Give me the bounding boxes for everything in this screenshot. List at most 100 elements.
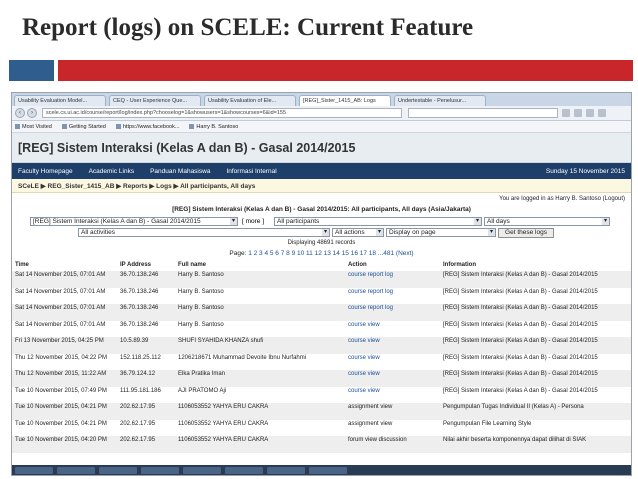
taskbar-item[interactable]	[309, 466, 347, 474]
ip-link[interactable]: 202.62.17.95	[120, 421, 155, 427]
ip-link[interactable]: 10.5.89.39	[120, 338, 148, 344]
ip-link[interactable]: 36.70.138.246	[120, 322, 158, 328]
action-link[interactable]: course report log	[348, 289, 393, 295]
ip-link[interactable]: 36.70.138.246	[120, 305, 158, 311]
bookmark-item[interactable]: https://www.facebook...	[115, 124, 179, 130]
action-link[interactable]: course view	[348, 355, 380, 361]
taskbar-item[interactable]	[141, 466, 179, 474]
col-action[interactable]: Action	[345, 259, 440, 271]
action-link[interactable]: assignment view	[348, 421, 392, 427]
browser-tab[interactable]: CEQ - User Experience Que...	[109, 95, 201, 106]
ip-link[interactable]: 202.62.17.95	[120, 404, 155, 410]
user-link[interactable]: 1106053552 YAHYA ERU CAKRA	[178, 437, 268, 443]
login-info[interactable]: You are logged in as Harry B. Santoso (L…	[12, 193, 631, 205]
back-icon[interactable]: ‹	[15, 108, 25, 118]
information-link[interactable]: [REG] Sistem Interaksi (Kelas A dan B) -…	[443, 289, 598, 295]
menu-icon[interactable]	[598, 109, 606, 117]
ip-link[interactable]: 111.95.181.186	[120, 388, 161, 394]
report-heading: [REG] Sistem Interaksi (Kelas A dan B) -…	[172, 206, 471, 213]
download-icon[interactable]	[574, 109, 582, 117]
taskbar-item[interactable]	[225, 466, 263, 474]
bookmark-item[interactable]: Most Visited	[15, 124, 52, 130]
display-select[interactable]: Display on page	[386, 228, 496, 237]
ip-link[interactable]: 152.118.25.112	[120, 355, 161, 361]
cell-ip: 10.5.89.39	[117, 337, 175, 354]
menu-faculty-homepage[interactable]: Faculty Homepage	[18, 168, 73, 175]
action-link[interactable]: assignment view	[348, 404, 392, 410]
browser-tab[interactable]: Undertestable - Penelusur...	[394, 95, 486, 106]
taskbar-item[interactable]	[267, 466, 305, 474]
information-link[interactable]: [REG] Sistem Interaksi (Kelas A dan B) -…	[443, 272, 598, 278]
col-information[interactable]: Information	[440, 259, 631, 271]
col-time[interactable]: Time	[12, 259, 117, 271]
action-link[interactable]: course report log	[348, 272, 393, 278]
get-logs-button[interactable]: Get these logs	[498, 228, 554, 238]
browser-search-input[interactable]	[408, 108, 558, 118]
menu-informasi-internal[interactable]: Informasi Internal	[226, 168, 276, 175]
taskbar-item[interactable]	[183, 466, 221, 474]
table-row: Tue 10 November 2015, 04:21 PM 202.62.17…	[12, 419, 631, 436]
user-link[interactable]: Harry B. Santoso	[178, 289, 224, 295]
information-link[interactable]: [REG] Sistem Interaksi (Kelas A dan B) -…	[443, 338, 598, 344]
action-link[interactable]: course view	[348, 322, 380, 328]
cell-ip: 111.95.181.186	[117, 386, 175, 403]
user-link[interactable]: Harry B. Santoso	[178, 305, 224, 311]
bookmark-star-icon[interactable]	[562, 109, 570, 117]
address-bar[interactable]: scele.cs.ui.ac.id/course/report/log/inde…	[42, 108, 402, 118]
action-link[interactable]: course report log	[348, 305, 393, 311]
col-fullname[interactable]: Full name	[175, 259, 345, 271]
forward-icon[interactable]: ›	[27, 108, 37, 118]
action-link[interactable]: course view	[348, 371, 380, 377]
home-icon[interactable]	[586, 109, 594, 117]
ip-link[interactable]: 36.79.124.12	[120, 371, 155, 377]
information-link[interactable]: [REG] Sistem Interaksi (Kelas A dan B) -…	[443, 388, 598, 394]
page-links[interactable]: 1 2 3 4 5 6 7 8 9 10 11 12 13 14 15 16 1…	[248, 250, 413, 257]
user-link[interactable]: SHUFI SYAHIDA KHANZA shufi	[178, 338, 263, 344]
information-link[interactable]: [REG] Sistem Interaksi (Kelas A dan B) -…	[443, 371, 598, 377]
information-link[interactable]: Pengumpulan File Learning Style	[443, 421, 531, 427]
information-link[interactable]: [REG] Sistem Interaksi (Kelas A dan B) -…	[443, 355, 598, 361]
cell-information: [REG] Sistem Interaksi (Kelas A dan B) -…	[440, 287, 631, 304]
cell-action: assignment view	[345, 419, 440, 436]
more-link[interactable]: [ more ]	[242, 217, 264, 226]
col-ip[interactable]: IP Address	[117, 259, 175, 271]
activities-select[interactable]: All activities	[78, 228, 330, 237]
browser-tab-active[interactable]: [REG]_Sister_1415_AB: Logs	[299, 95, 391, 106]
ip-link[interactable]: 202.62.17.95	[120, 437, 155, 443]
user-link[interactable]: Elka Pratika Iman	[178, 371, 225, 377]
days-select[interactable]: All days	[484, 217, 610, 226]
browser-tab[interactable]: Usability Evaluation of Ele...	[204, 95, 296, 106]
user-link[interactable]: Harry B. Santoso	[178, 322, 224, 328]
information-link[interactable]: Pengumpulan Tugas Individual II (Kelas A…	[443, 404, 584, 410]
ip-link[interactable]: 36.70.138.246	[120, 272, 158, 278]
bookmark-item[interactable]: Harry B. Santoso	[189, 124, 238, 130]
course-select[interactable]: [REG] Sistem Interaksi (Kelas A dan B) -…	[30, 217, 238, 226]
user-link[interactable]: 1106053552 YAHYA ERU CAKRA	[178, 421, 268, 427]
accent-bar-blue	[9, 60, 54, 81]
cell-action: course view	[345, 337, 440, 354]
action-link[interactable]: course view	[348, 388, 380, 394]
user-link[interactable]: 1206218671 Muhammad Devoite Ibnu Nurfahm…	[178, 355, 306, 361]
participants-select[interactable]: All participants	[274, 217, 482, 226]
breadcrumb[interactable]: SCeLE ▶ REG_Sister_1415_AB ▶ Reports ▶ L…	[12, 179, 631, 193]
action-link[interactable]: forum view discussion	[348, 437, 407, 443]
taskbar-item[interactable]	[57, 466, 95, 474]
information-link[interactable]: [REG] Sistem Interaksi (Kelas A dan B) -…	[443, 322, 598, 328]
information-link[interactable]: [REG] Sistem Interaksi (Kelas A dan B) -…	[443, 305, 598, 311]
taskbar-item[interactable]	[15, 466, 53, 474]
information-link[interactable]: Nilai akhir beserta komponennya dapat di…	[443, 437, 586, 443]
cell-ip: 36.70.138.246	[117, 271, 175, 288]
user-link[interactable]: Harry B. Santoso	[178, 272, 224, 278]
browser-tab[interactable]: Usability Evaluation Model...	[14, 95, 106, 106]
menu-academic-links[interactable]: Academic Links	[89, 168, 135, 175]
taskbar-item[interactable]	[99, 466, 137, 474]
menu-panduan-mahasiswa[interactable]: Panduan Mahasiswa	[150, 168, 210, 175]
site-menubar: Faculty Homepage Academic Links Panduan …	[12, 163, 631, 179]
ip-link[interactable]: 36.70.138.246	[120, 289, 158, 295]
action-link[interactable]: course view	[348, 338, 380, 344]
user-link[interactable]: AJI PRATOMO Aji	[178, 388, 226, 394]
actions-select[interactable]: All actions	[332, 228, 384, 237]
bookmark-item[interactable]: Getting Started	[61, 124, 106, 130]
user-link[interactable]: 1106053552 YAHYA ERU CAKRA	[178, 404, 268, 410]
cell-fullname: Harry B. Santoso	[175, 320, 345, 337]
